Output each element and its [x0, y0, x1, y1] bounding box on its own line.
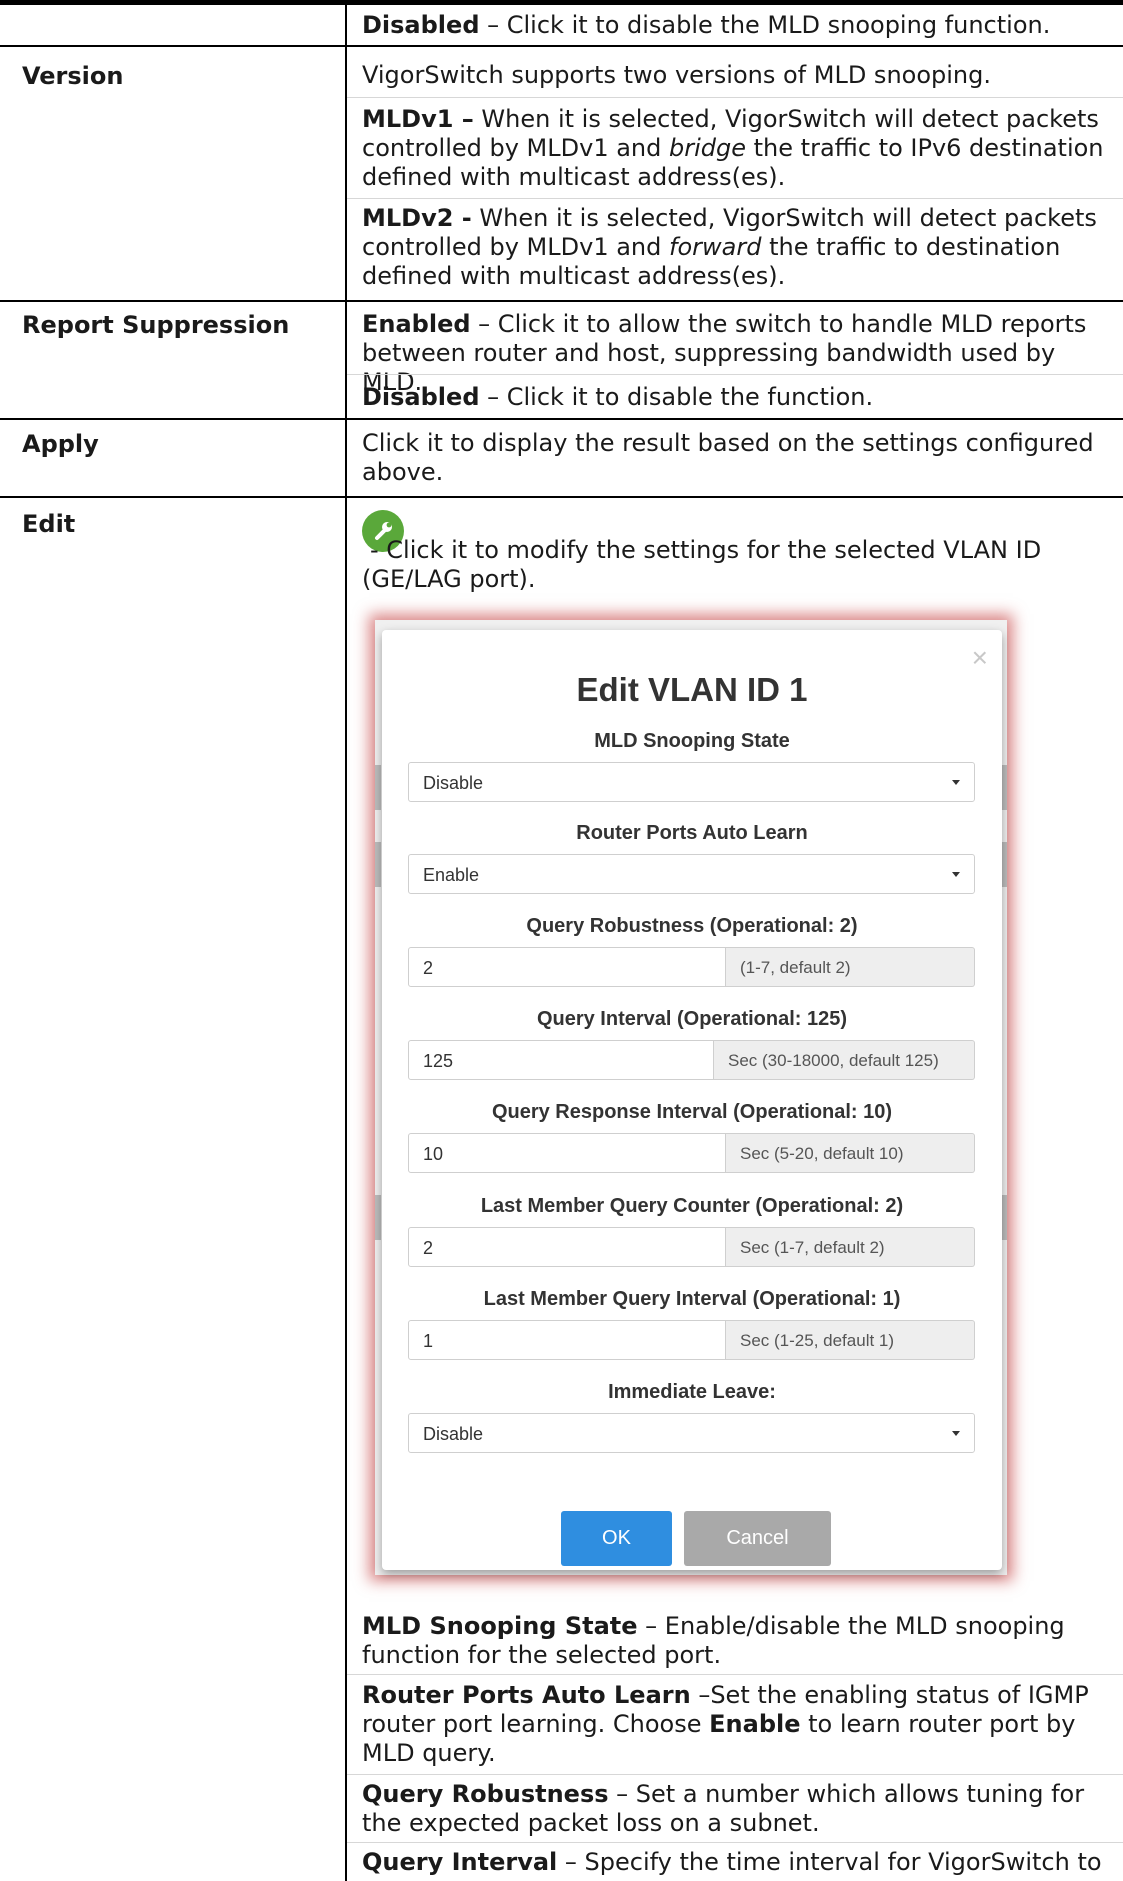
query-interval-hint: Sec (30-18000, default 125) — [714, 1040, 975, 1080]
input-value: 10 — [423, 1144, 444, 1164]
immediate-leave-label: Immediate Leave: — [608, 1381, 776, 1403]
query-interval-description: Query Interval – Specify the time interv… — [362, 1848, 1102, 1876]
row-divider — [0, 418, 1123, 420]
router-ports-auto-learn-label: Router Ports Auto Learn — [576, 822, 808, 844]
chevron-down-icon — [952, 1431, 960, 1436]
table-top-rule — [0, 0, 1123, 5]
input-value: 2 — [423, 1238, 434, 1258]
last-member-query-interval-group: 1 Sec (1-25, default 1) — [408, 1320, 975, 1360]
input-value: 125 — [423, 1051, 454, 1071]
hint-text: Sec (1-7, default 2) — [740, 1238, 885, 1257]
query-response-interval-input[interactable]: 10 — [408, 1133, 726, 1173]
input-value: 2 — [423, 958, 434, 978]
paragraph-divider — [347, 1774, 1123, 1775]
last-member-query-counter-group: 2 Sec (1-7, default 2) — [408, 1227, 975, 1267]
router-ports-auto-learn-select[interactable]: Enable — [408, 854, 975, 894]
paragraph-divider — [347, 374, 1123, 375]
query-robustness-group: 2 (1-7, default 2) — [408, 947, 975, 987]
query-response-interval-label: Query Response Interval (Operational: 10… — [491, 1101, 893, 1123]
dialog-title: Edit VLAN ID 1 — [576, 671, 808, 708]
query-interval-input[interactable]: 125 — [408, 1040, 714, 1080]
last-member-query-interval-input[interactable]: 1 — [408, 1320, 726, 1360]
query-robustness-input[interactable]: 2 — [408, 947, 726, 987]
ghost-bar — [375, 842, 381, 887]
last-member-query-counter-input[interactable]: 2 — [408, 1227, 726, 1267]
select-value: Enable — [423, 865, 480, 885]
hint-text: Sec (30-18000, default 125) — [728, 1051, 939, 1070]
apply-description: Click it to display the result based on … — [362, 429, 1094, 486]
router-ports-auto-learn-description: Router Ports Auto Learn –Set the enablin… — [362, 1681, 1089, 1767]
mldv2-description: MLDv2 - When it is selected, VigorSwitch… — [362, 204, 1097, 290]
ghost-bar — [375, 1195, 381, 1240]
last-member-query-interval-hint: Sec (1-25, default 1) — [726, 1320, 975, 1360]
ghost-bar — [375, 765, 381, 810]
paragraph-divider — [347, 198, 1123, 199]
paragraph-divider — [347, 1842, 1123, 1843]
mld-snooping-state-description: MLD Snooping State – Enable/disable the … — [362, 1612, 1065, 1669]
query-robustness-description: Query Robustness – Set a number which al… — [362, 1780, 1085, 1837]
column-divider — [345, 5, 347, 1881]
hint-text: Sec (1-25, default 1) — [740, 1331, 895, 1350]
row-divider — [0, 45, 1123, 47]
query-interval-label: Query Interval (Operational: 125) — [536, 1008, 848, 1030]
apply-label: Apply — [22, 430, 99, 458]
mld-snooping-state-select[interactable]: Disable — [408, 762, 975, 802]
immediate-leave-select[interactable]: Disable — [408, 1413, 975, 1453]
query-response-interval-group: 10 Sec (5-20, default 10) — [408, 1133, 975, 1173]
query-robustness-label: Query Robustness (Operational: 2) — [526, 915, 858, 937]
row-divider — [0, 496, 1123, 498]
last-member-query-interval-label: Last Member Query Interval (Operational:… — [483, 1288, 901, 1310]
ok-button[interactable]: OK — [561, 1511, 672, 1566]
query-response-interval-hint: Sec (5-20, default 10) — [726, 1133, 975, 1173]
close-icon[interactable]: × — [972, 644, 988, 672]
query-interval-group: 125 Sec (30-18000, default 125) — [408, 1040, 975, 1080]
disabled-description: Disabled – Click it to disable the funct… — [362, 383, 874, 411]
last-member-query-counter-hint: Sec (1-7, default 2) — [726, 1227, 975, 1267]
chevron-down-icon — [952, 872, 960, 877]
paragraph-divider — [347, 97, 1123, 98]
description-table: Disabled – Click it to disable the MLD s… — [0, 0, 1123, 1881]
version-label: Version — [22, 62, 124, 90]
hint-text: (1-7, default 2) — [740, 958, 851, 977]
row-divider — [0, 300, 1123, 302]
query-robustness-hint: (1-7, default 2) — [726, 947, 975, 987]
mldv1-description: MLDv1 – When it is selected, VigorSwitch… — [362, 105, 1104, 191]
select-value: Disable — [423, 773, 484, 793]
edit-vlan-dialog: × Edit VLAN ID 1 MLD Snooping State Disa… — [382, 630, 1002, 1570]
select-value: Disable — [423, 1424, 484, 1444]
edit-description: - Click it to modify the settings for th… — [362, 536, 1042, 593]
cancel-button[interactable]: Cancel — [684, 1511, 831, 1566]
chevron-down-icon — [952, 780, 960, 785]
hint-text: Sec (5-20, default 10) — [740, 1144, 904, 1163]
paragraph-divider — [347, 1674, 1123, 1675]
input-value: 1 — [423, 1331, 434, 1351]
last-member-query-counter-label: Last Member Query Counter (Operational: … — [480, 1195, 904, 1217]
edit-label: Edit — [22, 510, 76, 538]
mld-snooping-state-label: MLD Snooping State — [594, 730, 790, 752]
report-suppression-label: Report Suppression — [22, 311, 290, 339]
version-intro: VigorSwitch supports two versions of MLD… — [362, 61, 991, 89]
disabled-description: Disabled – Click it to disable the MLD s… — [362, 11, 1051, 39]
